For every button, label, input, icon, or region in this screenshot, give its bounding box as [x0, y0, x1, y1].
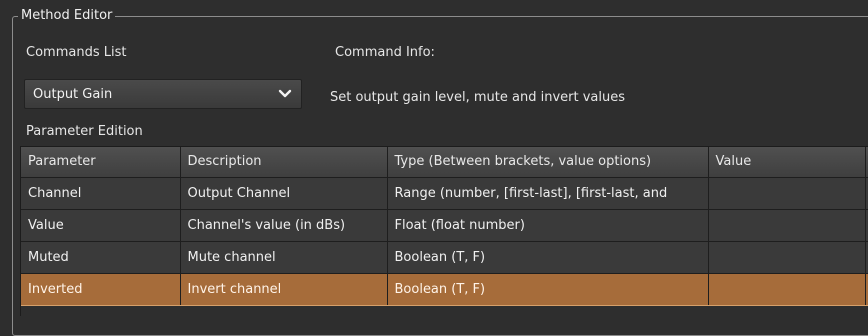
cell-parameter[interactable]: Muted: [21, 241, 181, 274]
command-info-text: Set output gain level, mute and invert v…: [330, 90, 625, 105]
command-info-label: Command Info:: [335, 45, 435, 60]
parameter-table[interactable]: Parameter Description Type (Between brac…: [20, 146, 868, 316]
table-row[interactable]: Channel Output Channel Range (number, [f…: [21, 177, 868, 210]
column-header-value[interactable]: Value: [708, 147, 866, 178]
table-header-row: Parameter Description Type (Between brac…: [21, 147, 868, 178]
cell-type[interactable]: Range (number, [first-last], [first-last…: [387, 177, 709, 210]
cell-value[interactable]: [708, 209, 866, 242]
selected-command: Output Gain: [33, 86, 113, 102]
cell-parameter[interactable]: Channel: [21, 177, 181, 210]
column-header-parameter[interactable]: Parameter: [21, 147, 181, 178]
column-header-type[interactable]: Type (Between brackets, value options): [387, 147, 709, 178]
chevron-down-icon: [278, 89, 292, 98]
commands-list-label: Commands List: [26, 45, 127, 60]
cell-type[interactable]: Boolean (T, F): [387, 241, 709, 274]
commands-list-dropdown[interactable]: Output Gain: [24, 79, 302, 109]
cell-parameter[interactable]: Inverted: [21, 272, 181, 306]
cell-description[interactable]: Channel's value (in dBs): [180, 209, 388, 242]
cell-value[interactable]: [708, 241, 866, 274]
cell-parameter[interactable]: Value: [21, 209, 181, 242]
cell-description[interactable]: Output Channel: [180, 177, 388, 210]
table-row-selected[interactable]: Inverted Invert channel Boolean (T, F): [21, 272, 868, 306]
column-header-description[interactable]: Description: [180, 147, 388, 178]
parameter-edition-label: Parameter Edition: [26, 124, 143, 139]
table-row[interactable]: Muted Mute channel Boolean (T, F): [21, 241, 868, 274]
cell-value[interactable]: [708, 177, 866, 210]
group-title: Method Editor: [18, 8, 116, 24]
method-editor-panel: Method Editor Commands List Command Info…: [0, 0, 868, 336]
cell-type[interactable]: Boolean (T, F): [387, 272, 709, 306]
cell-type[interactable]: Float (float number): [387, 209, 709, 242]
cell-description[interactable]: Mute channel: [180, 241, 388, 274]
cell-description[interactable]: Invert channel: [180, 272, 388, 306]
cell-value[interactable]: [708, 272, 866, 306]
table-row[interactable]: Value Channel's value (in dBs) Float (fl…: [21, 209, 868, 242]
